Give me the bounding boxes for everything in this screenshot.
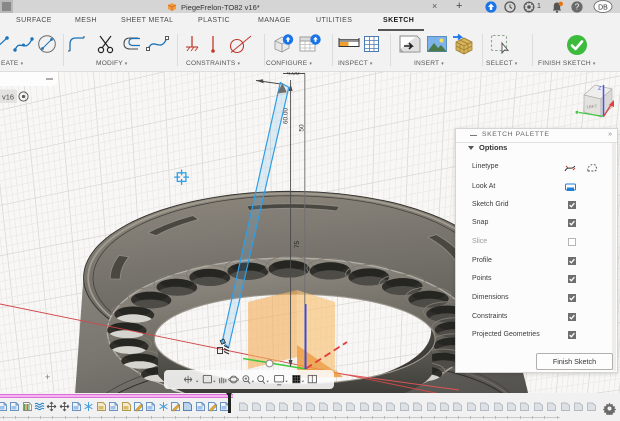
svg-text:LEFT: LEFT (586, 104, 597, 110)
svg-text:4.00: 4.00 (287, 72, 300, 77)
svg-text:+: + (45, 372, 50, 382)
svg-text:v16: v16 (2, 93, 14, 102)
svg-text:DB: DB (598, 4, 608, 11)
svg-text:?: ? (575, 3, 580, 12)
svg-text:50: 50 (299, 124, 306, 132)
svg-text:75: 75 (294, 241, 301, 249)
